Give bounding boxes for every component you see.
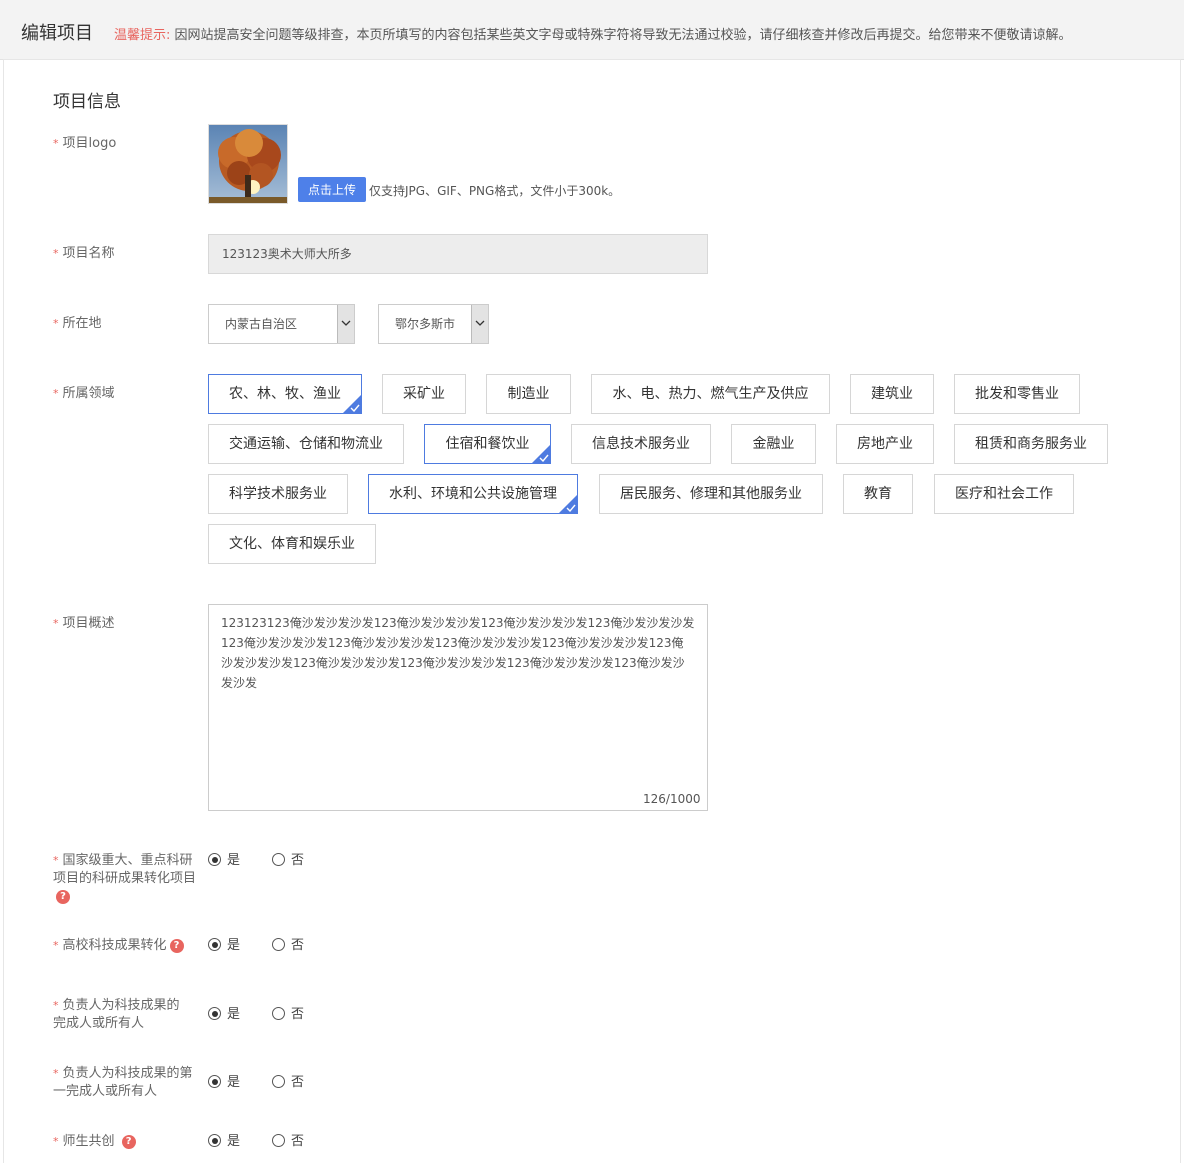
radio-dot (272, 1007, 285, 1020)
radio-no[interactable]: 否 (272, 938, 304, 954)
question-label: * 高校科技成果转化? (53, 937, 184, 955)
question-label: * 国家级重大、重点科研项目的科研成果转化项目? (53, 853, 197, 904)
question-label: * 师生共创 ? (53, 1133, 136, 1151)
radio-no[interactable]: 否 (272, 1075, 304, 1091)
domain-tag[interactable]: 交通运输、仓储和物流业 (208, 424, 404, 464)
page-title: 编辑项目 (21, 23, 93, 44)
check-icon (539, 454, 549, 462)
domain-tag[interactable]: 采矿业 (382, 374, 466, 414)
radio-dot (208, 1075, 221, 1088)
domain-tag[interactable]: 租赁和商务服务业 (954, 424, 1108, 464)
radio-no[interactable]: 否 (272, 1007, 304, 1023)
check-icon (566, 504, 576, 512)
radio-dot (272, 1075, 285, 1088)
tree-photo-icon (209, 125, 287, 203)
domain-tag[interactable]: 建筑业 (850, 374, 934, 414)
radio-dot (272, 938, 285, 951)
chevron-down-icon (471, 305, 488, 343)
required-mark: * (53, 137, 59, 150)
domain-tag[interactable]: 医疗和社会工作 (934, 474, 1074, 514)
domain-label: * 所属领域 (53, 386, 115, 401)
logo-thumbnail (208, 124, 288, 204)
domain-tag[interactable]: 住宿和餐饮业 (424, 424, 551, 464)
upload-button[interactable]: 点击上传 (298, 177, 366, 202)
radio-dot (208, 1134, 221, 1147)
domain-tag[interactable]: 金融业 (731, 424, 816, 464)
question-label: * 负责人为科技成果的第一完成人或所有人 (53, 1066, 193, 1099)
radio-dot (208, 1007, 221, 1020)
overview-textarea[interactable]: 123123123俺沙发沙发沙发123俺沙发沙发沙发123俺沙发沙发沙发123俺… (208, 604, 708, 811)
help-icon[interactable]: ? (56, 890, 70, 904)
section-title: 项目信息 (53, 92, 121, 112)
logo-label: * 项目logo (53, 136, 117, 151)
overview-label: * 项目概述 (53, 616, 115, 631)
radio-yes[interactable]: 是 (208, 938, 240, 954)
notice-text: 因网站提高安全问题等级排查，本页所填写的内容包括某些英文字母或特殊字符将导致无法… (174, 28, 1072, 43)
domain-tag[interactable]: 教育 (843, 474, 913, 514)
domain-tag[interactable]: 居民服务、修理和其他服务业 (599, 474, 823, 514)
domain-tag[interactable]: 农、林、牧、渔业 (208, 374, 362, 414)
radio-dot (272, 1134, 285, 1147)
upload-hint: 仅支持JPG、GIF、PNG格式，文件小于300k。 (369, 184, 621, 198)
radio-yes[interactable]: 是 (208, 853, 240, 869)
domain-tag[interactable]: 水利、环境和公共设施管理 (368, 474, 578, 514)
province-value: 内蒙古自治区 (225, 317, 298, 331)
city-select[interactable]: 鄂尔多斯市 (378, 304, 489, 344)
domain-tag[interactable]: 科学技术服务业 (208, 474, 348, 514)
domain-tag[interactable]: 水、电、热力、燃气生产及供应 (591, 374, 830, 414)
radio-yes[interactable]: 是 (208, 1134, 240, 1150)
radio-yes[interactable]: 是 (208, 1007, 240, 1023)
project-name-input[interactable]: 123123奥术大师大所多 (208, 234, 708, 274)
radio-yes[interactable]: 是 (208, 1075, 240, 1091)
page-header: 编辑项目 温馨提示: 因网站提高安全问题等级排查，本页所填写的内容包括某些英文字… (0, 0, 1184, 60)
help-icon[interactable]: ? (169, 939, 184, 953)
char-counter: 126/1000 (643, 792, 701, 806)
domain-tag[interactable]: 制造业 (486, 374, 571, 414)
city-value: 鄂尔多斯市 (395, 317, 456, 331)
domain-tag[interactable]: 信息技术服务业 (571, 424, 711, 464)
radio-dot (208, 853, 221, 866)
help-icon[interactable]: ? (121, 1135, 136, 1149)
domain-tag[interactable]: 文化、体育和娱乐业 (208, 524, 376, 564)
domain-tag[interactable]: 房地产业 (836, 424, 934, 464)
radio-no[interactable]: 否 (272, 853, 304, 869)
radio-no[interactable]: 否 (272, 1134, 304, 1150)
location-label: * 所在地 (53, 316, 102, 331)
check-icon (350, 404, 360, 412)
radio-dot (272, 853, 285, 866)
question-label: * 负责人为科技成果的完成人或所有人 (53, 998, 180, 1031)
notice-label: 温馨提示: (114, 28, 171, 43)
domain-tag[interactable]: 批发和零售业 (954, 374, 1080, 414)
notice: 温馨提示: 因网站提高安全问题等级排查，本页所填写的内容包括某些英文字母或特殊字… (114, 24, 1072, 43)
name-label: * 项目名称 (53, 246, 115, 261)
province-select[interactable]: 内蒙古自治区 (208, 304, 355, 344)
chevron-down-icon (337, 305, 354, 343)
radio-dot (208, 938, 221, 951)
